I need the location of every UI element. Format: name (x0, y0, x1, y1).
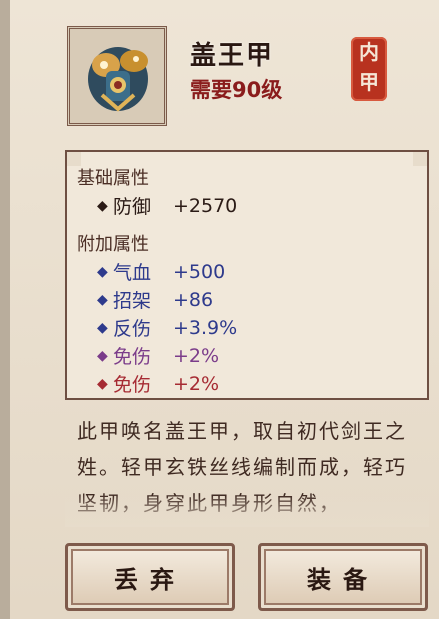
attribute-value: +500 (173, 260, 226, 283)
extra-attribute-row: ◆ 气血 +500 (97, 258, 225, 285)
item-icon-frame (67, 26, 167, 126)
diamond-icon: ◆ (97, 263, 108, 280)
equip-button[interactable]: 装备 (258, 543, 428, 611)
attribute-name: 免伤 (113, 374, 152, 396)
attribute-name: 气血 (113, 262, 152, 284)
diamond-icon: ◆ (97, 375, 108, 392)
seal-char-2: 甲 (359, 70, 379, 94)
discard-button[interactable]: 丢弃 (65, 543, 235, 611)
extra-attribute-row: ◆ 反伤 +3.9% (97, 314, 237, 341)
diamond-icon: ◆ (97, 347, 108, 364)
attribute-name: 防御 (113, 196, 152, 218)
attribute-value: +86 (173, 288, 214, 311)
level-requirement: 需要90级 (190, 78, 283, 102)
equipment-type-seal: 内 甲 (351, 37, 387, 101)
diamond-icon: ◆ (97, 319, 108, 336)
description-fade (65, 495, 429, 527)
armor-icon (88, 47, 148, 112)
extra-attribute-row: ◆ 免伤 +2% (97, 370, 219, 397)
diamond-icon: ◆ (97, 291, 108, 308)
extra-attribute-row: ◆ 免伤 +2% (97, 342, 219, 369)
attribute-value: +3.9% (173, 316, 238, 339)
attribute-name: 免伤 (113, 346, 152, 368)
extra-attribute-row: ◆ 招架 +86 (97, 286, 213, 313)
attribute-value: +2% (173, 344, 220, 367)
diamond-icon: ◆ (97, 197, 108, 214)
attribute-value: +2570 (173, 194, 238, 217)
item-name: 盖王甲 (190, 41, 275, 71)
base-attributes-title: 基础属性 (77, 168, 149, 189)
base-attribute-row: ◆ 防御 +2570 (97, 192, 237, 219)
attribute-name: 反伤 (113, 318, 152, 340)
extra-attributes-title: 附加属性 (77, 234, 149, 255)
item-tooltip-panel: 盖王甲 需要90级 内 甲 基础属性 ◆ 防御 +2570 附加属性 ◆ 气血 … (0, 0, 439, 619)
seal-char-1: 内 (359, 40, 379, 64)
stats-box: 基础属性 ◆ 防御 +2570 附加属性 ◆ 气血 +500 ◆ 招架 +86 … (65, 150, 429, 400)
attribute-value: +2% (173, 372, 220, 395)
attribute-name: 招架 (113, 290, 152, 312)
